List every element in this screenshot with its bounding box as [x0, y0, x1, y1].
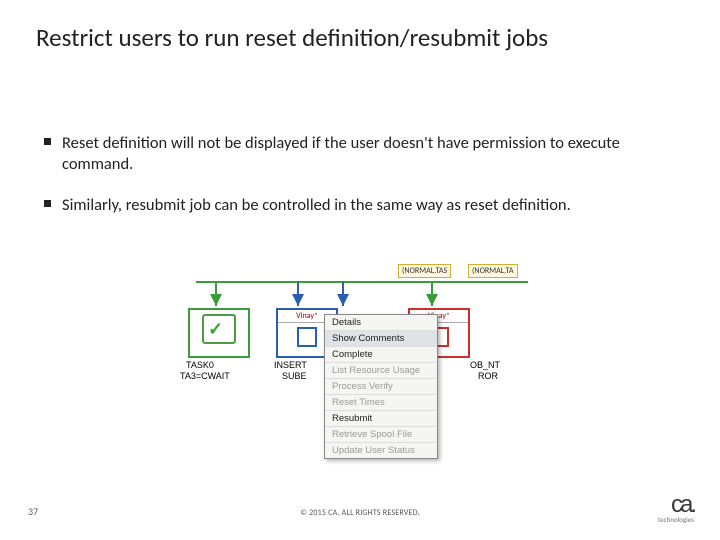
task-1-name: INSERT	[274, 360, 307, 370]
menu-item-resubmit[interactable]: Resubmit	[325, 411, 437, 427]
copyright-text: © 2015 CA. ALL RIGHTS RESERVED.	[0, 508, 720, 518]
task-0-name: TASK0	[186, 360, 214, 370]
task-1-status: SUBE	[282, 371, 307, 381]
bullet-marker	[44, 200, 51, 207]
menu-item-update-user-status: Update User Status	[325, 443, 437, 458]
context-menu: Details Show Comments Complete List Reso…	[324, 314, 438, 459]
status-square-icon	[297, 327, 317, 347]
logo-text: ca.	[671, 491, 694, 518]
task-node-0[interactable]: ✓	[188, 308, 250, 358]
menu-item-reset-times: Reset Times	[325, 395, 437, 411]
status-tag-2: (NORMAL,TA	[468, 264, 518, 278]
menu-item-list-resource-usage: List Resource Usage	[325, 363, 437, 379]
slide-title: Restrict users to run reset definition/r…	[36, 22, 548, 53]
bullet-2: Similarly, resubmit job can be controlle…	[62, 195, 680, 216]
menu-item-details[interactable]: Details	[325, 315, 437, 331]
bullet-1-text: Reset definition will not be displayed i…	[62, 133, 620, 174]
status-tag-1: (NORMAL,TAS	[398, 264, 451, 278]
bullet-2-text: Similarly, resubmit job can be controlle…	[62, 195, 571, 215]
bullet-1: Reset definition will not be displayed i…	[62, 133, 680, 174]
menu-item-retrieve-spool-file: Retrieve Spool File	[325, 427, 437, 443]
workflow-diagram: (NORMAL,TAS (NORMAL,TA ✓ TASK0 TA3=CWAIT…	[188, 270, 533, 460]
task-2-status: ROR	[478, 371, 498, 381]
checkmark-icon: ✓	[202, 314, 236, 344]
menu-item-show-comments[interactable]: Show Comments	[325, 331, 437, 347]
task-0-status: TA3=CWAIT	[180, 371, 230, 381]
ca-logo: ca. technologies	[658, 491, 694, 524]
menu-item-complete[interactable]: Complete	[325, 347, 437, 363]
logo-tagline: technologies	[658, 515, 694, 524]
bullet-marker	[44, 138, 51, 145]
menu-item-process-verify: Process Verify	[325, 379, 437, 395]
task-2-name: OB_NT	[470, 360, 500, 370]
